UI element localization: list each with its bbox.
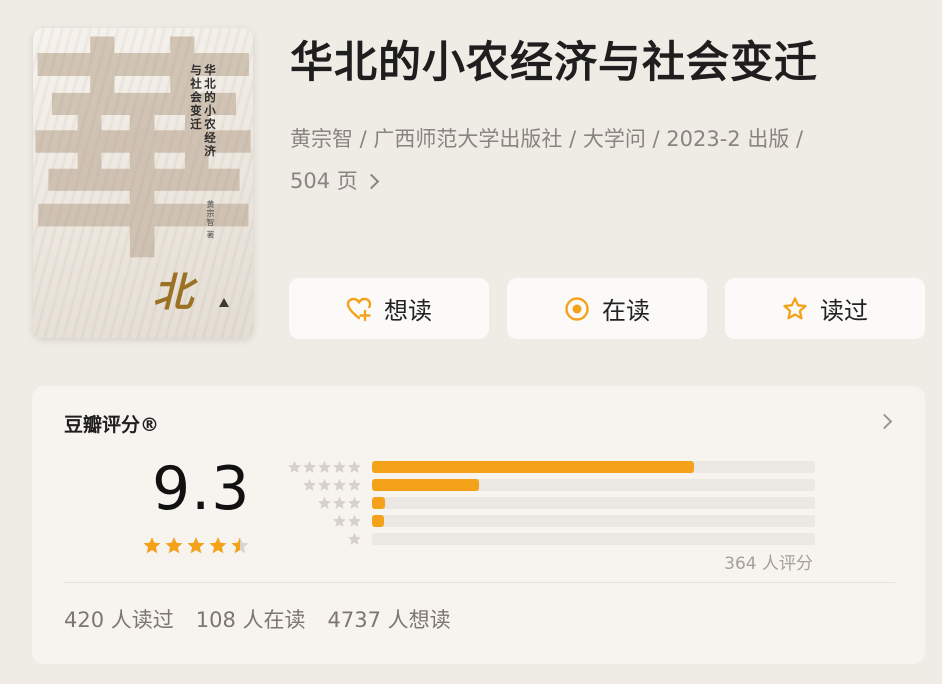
target-circle-icon [565,296,589,321]
reading-label: 在读 [602,297,650,325]
star-icon [318,478,331,491]
rating-row-stars [282,514,362,528]
star-icon [348,460,361,473]
rating-row-2-star [282,514,815,528]
rating-bar-track [372,533,815,545]
rating-label: 豆瓣评分® [64,414,160,436]
cover-author: 黄宗智 著 [206,200,215,240]
rating-bar-track [372,497,815,509]
star-icon [318,496,331,509]
star-icon [209,537,227,554]
star-icon [143,537,161,554]
star-icon [165,537,183,554]
reading-button[interactable]: 在读 [507,278,707,339]
book-pages[interactable]: 504 页 [290,160,380,202]
rating-row-stars [282,496,362,510]
reader-stats: 420 人读过 108 人在读 4737 人想读 [64,604,473,634]
star-icon [303,478,316,491]
rating-bar-track [372,461,815,473]
star-icon [333,478,346,491]
star-icon [231,537,249,554]
heart-plus-icon [346,297,372,321]
book-meta-line: 黄宗智 / 广西师范大学出版社 / 大学问 / 2023-2 出版 / [290,127,804,151]
rating-card[interactable]: 豆瓣评分® 9.3 364 人评分 420 人读过 108 人在读 4737 人… [32,386,925,664]
rating-row-5-star [282,460,815,474]
cover-bei-character: 北 [153,269,193,316]
rating-bar-track [372,479,815,491]
want-to-read-label: 想读 [384,297,432,325]
rating-row-stars [282,532,362,546]
book-meta[interactable]: 黄宗智 / 广西师范大学出版社 / 大学问 / 2023-2 出版 / 504 … [290,118,890,202]
star-icon [318,460,331,473]
star-icon [348,532,361,545]
want-to-read-button[interactable]: 想读 [289,278,489,339]
star-outline-icon [783,296,807,319]
rating-bar-fill [372,461,695,473]
cover-wood-texture [33,28,253,338]
rating-score: 9.3 [152,454,251,524]
cover-title-line-1: 华北的小农经济 [203,64,217,159]
star-icon [333,460,346,473]
rating-bar-fill [372,515,384,527]
read-count[interactable]: 420 人读过 [64,604,174,634]
book-title: 华北的小农经济与社会变迁 [290,38,818,88]
divider [64,582,895,583]
reading-count[interactable]: 108 人在读 [196,604,306,634]
rating-bar-track [372,515,815,527]
star-icon [333,496,346,509]
chevron-right-icon [363,173,380,189]
star-icon [348,514,361,527]
star-icon [348,478,361,491]
rating-row-1-star [282,532,815,546]
book-cover[interactable]: 華 华北的小农经济 与社会变迁 黄宗智 著 北 [33,28,253,338]
publisher-logo [219,298,229,307]
want-count[interactable]: 4737 人想读 [328,604,451,634]
rating-count: 364 人评分 [724,554,813,574]
have-read-label: 读过 [820,297,868,325]
rating-row-stars [282,478,362,492]
cover-title-line-2: 与社会变迁 [189,64,203,132]
star-icon [348,496,361,509]
star-icon [288,460,301,473]
star-icon [303,460,316,473]
rating-row-4-star [282,478,815,492]
rating-bar-fill [372,497,386,509]
rating-row-stars [282,460,362,474]
star-icon [333,514,346,527]
rating-row-3-star [282,496,815,510]
book-pages-text: 504 页 [290,169,358,193]
rating-stars [142,536,252,555]
have-read-button[interactable]: 读过 [725,278,925,339]
rating-bar-fill [372,479,480,491]
chevron-right-icon [876,413,893,430]
star-icon [187,537,205,554]
